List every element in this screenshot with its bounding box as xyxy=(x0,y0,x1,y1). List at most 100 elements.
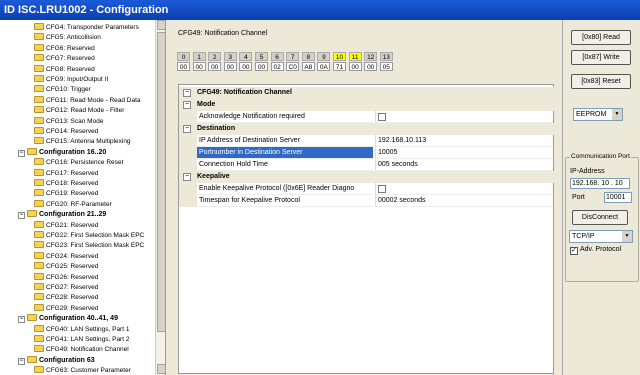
folder-icon xyxy=(34,168,44,176)
property-value[interactable]: 005 seconds xyxy=(375,159,553,171)
byte-value[interactable]: 00 xyxy=(364,62,378,71)
property-value[interactable] xyxy=(375,183,553,195)
disconnect-button[interactable]: DisConnect xyxy=(572,210,628,225)
tree-group[interactable]: − Configuration 63 xyxy=(18,355,95,366)
chevron-down-icon[interactable]: ▼ xyxy=(612,109,622,120)
property-name[interactable]: Connection Hold Time xyxy=(197,159,373,171)
tree-item[interactable]: CFG27: Reserved xyxy=(34,283,98,293)
byte-index: 13 xyxy=(379,52,393,61)
collapse-icon[interactable]: − xyxy=(183,173,191,181)
tree-group[interactable]: − Configuration 21..29 xyxy=(18,210,106,220)
port-field[interactable]: 10001 xyxy=(604,192,632,203)
tree-item[interactable]: CFG21: Reserved xyxy=(34,220,98,231)
tree-item[interactable]: CFG28: Reserved xyxy=(34,293,98,303)
tree-item[interactable]: CFG18: Reserved xyxy=(34,179,98,189)
property-value[interactable]: 10005 xyxy=(375,147,553,159)
collapse-icon[interactable]: − xyxy=(183,101,191,109)
tree-item[interactable]: CFG24: Reserved xyxy=(34,251,98,262)
byte-value[interactable]: 02 xyxy=(270,62,284,71)
collapse-icon[interactable]: − xyxy=(183,89,191,97)
folder-icon xyxy=(34,231,44,238)
tree-item[interactable]: CFG63: Customer Parameter xyxy=(34,366,131,375)
byte-value[interactable]: 0A xyxy=(317,62,331,71)
tree-item[interactable]: CFG12: Read Mode - Filter xyxy=(34,106,124,116)
byte-value[interactable]: 05 xyxy=(379,62,393,71)
chevron-down-icon[interactable]: ▼ xyxy=(622,231,632,242)
folder-icon xyxy=(34,366,44,374)
property-value[interactable]: 192.168.10.113 xyxy=(375,135,553,147)
property-name[interactable]: IP Address of Destination Server xyxy=(197,135,373,147)
tree-item[interactable]: CFG23: First Selection Mask EPC xyxy=(34,241,144,251)
property-name[interactable]: Acknowledge Notification required xyxy=(197,111,373,123)
collapse-icon[interactable]: − xyxy=(183,125,191,133)
keepalive-checkbox[interactable] xyxy=(378,185,386,193)
tree-item[interactable]: CFG17: Reserved xyxy=(34,168,98,179)
byte-value[interactable]: 00 xyxy=(255,62,268,71)
scroll-up-button[interactable] xyxy=(157,20,165,30)
byte-value[interactable]: 00 xyxy=(192,62,206,71)
tree-item[interactable]: CFG20: RF-Parameter xyxy=(34,199,112,210)
collapse-icon[interactable]: − xyxy=(18,316,25,324)
tree-item[interactable]: CFG16: Persistence Reset xyxy=(34,158,123,168)
byte-value[interactable]: 00 xyxy=(208,62,222,71)
ip-address-field[interactable]: 192.168. 10 . 10 xyxy=(570,178,630,189)
config-tree[interactable]: CFG4: Transponder Parameters CFG5: Antico… xyxy=(0,20,166,375)
tree-item[interactable]: CFG10: Trigger xyxy=(34,85,91,95)
folder-icon xyxy=(34,33,44,41)
byte-value[interactable]: C0 xyxy=(286,62,300,71)
tree-item[interactable]: CFG15: Antenna Multiplexing xyxy=(34,137,131,147)
byte-value[interactable]: 00 xyxy=(348,62,362,71)
tree-item[interactable]: CFG29: Reserved xyxy=(34,303,98,314)
tree-item[interactable]: CFG13: Scan Mode xyxy=(34,116,103,127)
tree-item[interactable]: CFG11: Read Mode - Read Data xyxy=(34,95,141,106)
byte-value[interactable]: 00 xyxy=(177,62,190,71)
tree-item[interactable]: CFG40: LAN Settings, Part 1 xyxy=(34,324,129,335)
row-keepalive: Enable Keepalive Protocol ([0x6E] Reader… xyxy=(179,183,555,195)
tree-item[interactable]: CFG41: LAN Settings, Part 2 xyxy=(34,335,129,345)
tree-item[interactable]: CFG26: Reserved xyxy=(34,272,99,283)
property-value[interactable] xyxy=(375,111,553,123)
tree-item[interactable]: CFG9: Input/Output II xyxy=(34,75,108,85)
tree-item[interactable]: CFG19: Reserved xyxy=(34,189,98,199)
reset-button[interactable]: [0x83] Reset xyxy=(571,74,631,89)
tree-item[interactable]: CFG8: Reserved xyxy=(34,64,95,75)
byte-value[interactable]: 00 xyxy=(223,62,237,71)
protocol-select[interactable]: TCP/IP ▼ xyxy=(569,230,633,243)
collapse-icon[interactable]: − xyxy=(18,212,25,220)
scroll-thumb[interactable] xyxy=(157,32,165,332)
collapse-icon[interactable]: − xyxy=(18,149,25,157)
write-button[interactable]: [0x87] Write xyxy=(571,50,631,65)
read-button[interactable]: [0x80] Read xyxy=(571,30,631,45)
property-name[interactable]: Portnumber in Destination Server xyxy=(197,147,373,159)
byte-value[interactable]: 71 xyxy=(333,62,346,71)
window-title: ID ISC.LRU1002 - Configuration xyxy=(0,0,640,20)
tree-item[interactable]: CFG22: First Selection Mask EPC xyxy=(34,231,144,241)
byte-index: 2 xyxy=(208,52,222,61)
property-name[interactable]: Enable Keepalive Protocol ([0x6E] Reader… xyxy=(197,183,373,195)
tree-item-label: CFG49: Notification Channel xyxy=(46,346,129,354)
tree-item[interactable]: CFG5: Anticollision xyxy=(34,33,101,43)
control-panel: [0x80] Read [0x87] Write [0x83] Reset EE… xyxy=(562,20,640,375)
tree-group[interactable]: − Configuration 16..20 xyxy=(18,147,106,158)
tree-item[interactable]: CFG7: Reserved xyxy=(34,54,95,64)
ack-checkbox[interactable] xyxy=(378,113,386,121)
property-name[interactable]: Timespan for Keepalive Protocol xyxy=(197,195,373,207)
scroll-down-button[interactable] xyxy=(157,364,165,374)
collapse-icon[interactable]: − xyxy=(18,357,25,365)
property-value[interactable]: 00002 seconds xyxy=(375,195,553,207)
tree-item[interactable]: CFG25: Reserved xyxy=(34,262,98,272)
memory-select[interactable]: EEPROM ▼ xyxy=(573,108,623,121)
tree-item[interactable]: CFG6: Reserved xyxy=(34,43,95,54)
folder-icon xyxy=(27,210,37,218)
adv-protocol-checkbox[interactable]: ✓ xyxy=(570,247,578,255)
tree-item[interactable]: CFG4: Transponder Parameters xyxy=(34,23,139,33)
adv-protocol-option[interactable]: ✓ Adv. Protocol xyxy=(570,246,621,255)
byte-value[interactable]: A8 xyxy=(301,62,315,71)
property-grid[interactable]: − CFG49: Notification Channel − Mode Ack… xyxy=(178,84,555,374)
tree-item[interactable]: CFG49: Notification Channel xyxy=(34,345,129,355)
byte-value[interactable]: 00 xyxy=(239,62,253,71)
tree-item[interactable]: CFG14: Reserved xyxy=(34,127,98,137)
tree-scrollbar[interactable] xyxy=(155,20,165,375)
tree-group[interactable]: − Configuration 40..41, 49 xyxy=(18,314,118,324)
tree-item-label: CFG26: Reserved xyxy=(46,273,99,281)
